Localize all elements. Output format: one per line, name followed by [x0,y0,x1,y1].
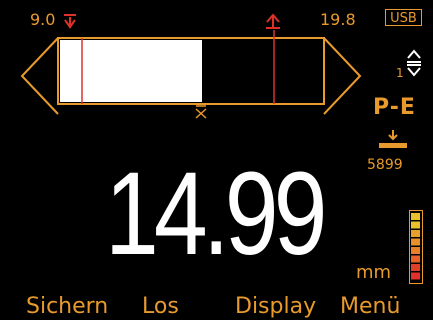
level-segment [411,213,420,220]
mode-label: P-E [373,95,416,120]
level-segment [411,230,420,237]
level-segment [411,264,420,271]
level-segment [411,238,420,246]
reference-value: 5899 [367,157,403,173]
mean-marker-icon [195,105,207,119]
scroll-left-arrow-icon [20,37,59,115]
level-segment [411,247,420,254]
save-softkey[interactable]: Sichern [26,294,108,320]
reference-icon [379,130,407,148]
run-softkey[interactable]: Los [142,294,179,320]
measurement-unit: mm [356,262,392,283]
display-softkey[interactable]: Display [235,294,316,320]
up-down-arrows-icon [407,49,421,77]
scroll-right-arrow-icon [323,37,362,115]
level-segment [411,255,420,263]
level-segment [411,272,420,280]
measurement-value: 14.99 [105,148,327,280]
upper-limit-icon [266,13,280,29]
level-segment [411,221,420,229]
signal-level-meter [409,210,423,284]
channel-number: 1 [396,66,404,80]
thickness-bar-graph [20,13,362,119]
menu-softkey[interactable]: Menü [340,294,400,320]
lower-limit-icon [64,14,76,29]
